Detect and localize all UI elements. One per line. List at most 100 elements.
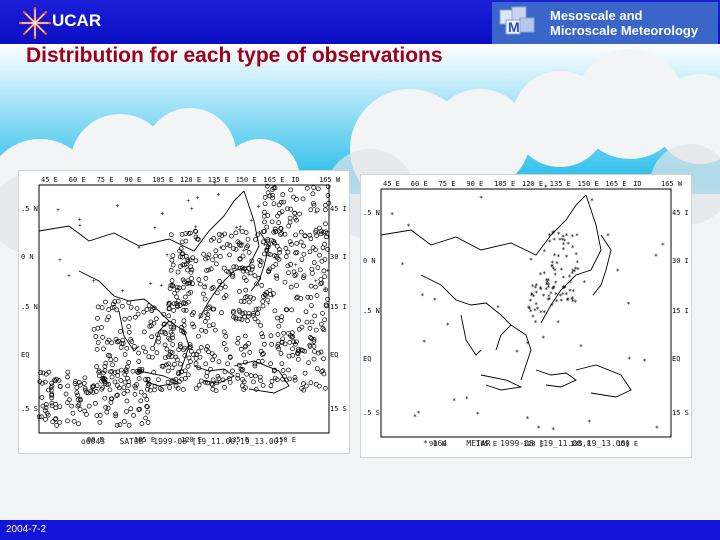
metar-observation-marker: * [465, 395, 469, 403]
satob-plus-marker: + [238, 227, 242, 234]
satob-plus-marker: + [67, 272, 71, 279]
metar-observation-marker: * [541, 334, 545, 342]
metar-observation-marker: * [550, 302, 554, 310]
top-tick-label: 45 E [41, 176, 58, 184]
ucar-logo: UCAR [4, 2, 104, 42]
map-frame [380, 188, 672, 438]
metar-observation-marker: * [566, 296, 570, 304]
satob-plus-marker: + [271, 293, 275, 300]
top-tick-label: 120 E [180, 176, 201, 184]
top-tick-label: ID [291, 176, 299, 184]
satob-plus-marker: + [159, 282, 163, 289]
right-tick-label: EQ [672, 355, 680, 363]
metar-observation-marker: * [446, 322, 450, 330]
metar-observation-marker: * [525, 415, 529, 423]
metar-observation-marker: * [530, 292, 534, 300]
metar-observation-marker: * [655, 425, 659, 433]
slide-title: Distribution for each type of observatio… [26, 44, 443, 67]
top-tick-label: 90 E [466, 180, 483, 188]
top-tick-label: 165 E [605, 180, 626, 188]
top-tick-label: 150 E [236, 176, 257, 184]
top-tick-label: 60 E [411, 180, 428, 188]
metar-observation-marker: * [661, 242, 665, 250]
metar-observation-marker: * [552, 252, 556, 260]
metar-observation-marker: * [568, 279, 572, 287]
metar-observation-marker: * [562, 285, 566, 293]
satob-plus-marker: + [194, 224, 198, 231]
metar-observation-marker: * [529, 257, 533, 265]
satob-plus-marker: + [314, 278, 318, 285]
left-tick-label: 0 N [363, 257, 376, 265]
metar-observation-marker: * [565, 253, 569, 261]
right-tick-label: 15 S [330, 405, 347, 413]
satob-plus-marker: + [324, 287, 328, 294]
metar-observation-marker: * [571, 244, 575, 252]
top-tick-label: 75 E [439, 180, 456, 188]
top-tick-label: 120 E [522, 180, 543, 188]
satob-map-figure: +++++++++++++++++++++++++++++ +++++++++++… [21, 176, 347, 444]
right-tick-label: 15 I [672, 307, 689, 315]
metar-observation-marker: * [551, 426, 555, 434]
mmm-logo: M Mesoscale and Microscale Meteorology [492, 2, 718, 44]
satob-plus-marker: + [165, 252, 169, 259]
satob-plus-marker: + [78, 222, 82, 229]
metar-observation-marker: * [555, 260, 559, 268]
metar-observation-marker: * [552, 237, 556, 245]
mmm-logo-line1: Mesoscale and [550, 8, 643, 23]
metar-observation-marker: * [420, 292, 424, 300]
right-tick-label: EQ [330, 351, 338, 359]
left-tick-label: EQ [363, 355, 371, 363]
top-tick-label: 150 E [578, 180, 599, 188]
satob-plus-marker: + [153, 225, 157, 232]
metar-observation-marker: * [537, 424, 541, 432]
metar-observation-marker: * [533, 319, 537, 327]
top-tick-label: 165 W [661, 180, 683, 188]
metar-observation-marker: * [515, 349, 519, 357]
metar-observation-marker: * [533, 285, 537, 293]
top-tick-label: 45 E [383, 180, 400, 188]
mmm-logo-line2: Microscale Meteorology [550, 23, 699, 38]
satob-plus-marker: + [203, 283, 207, 290]
metar-observation-marker: * [542, 270, 546, 278]
metar-observation-marker: * [606, 232, 610, 240]
satob-plus-marker: + [92, 278, 96, 285]
satob-plus-marker: + [257, 203, 261, 210]
right-tick-label: 45 I [330, 205, 347, 213]
metar-observation-marker: * [575, 232, 579, 240]
top-tick-label: ID [633, 180, 641, 188]
satob-plus-marker: + [121, 288, 125, 295]
metar-observation-marker: * [406, 222, 410, 230]
right-tick-label: 30 I [672, 257, 689, 265]
top-tick-label: 165 E [263, 176, 284, 184]
metar-observation-marker: * [642, 358, 646, 366]
metar-observation-marker: * [544, 286, 548, 294]
metar-map-panel: * * * * * * * * * * * * * * * * * * * * * * * * * * * * * * * * * * * * * * * *… [360, 174, 692, 458]
metar-observation-marker: * [590, 197, 594, 205]
satob-plus-marker: + [186, 198, 190, 205]
metar-observation-marker: * [565, 232, 569, 240]
metar-observation-marker: * [654, 252, 658, 260]
metar-observation-marker: * [570, 233, 574, 241]
left-tick-label: .5 S [363, 409, 380, 417]
metar-observation-marker: * [496, 304, 500, 312]
metar-observation-marker: * [433, 296, 437, 304]
satob-plus-marker: + [196, 195, 200, 202]
satob-plus-marker: + [216, 192, 220, 199]
footer-bar: 2004-7-2 [0, 520, 720, 540]
right-tick-label: 45 I [672, 209, 689, 217]
top-tick-label: 165 W [319, 176, 341, 184]
right-tick-label: 30 I [330, 253, 347, 261]
metar-observation-marker: * [559, 266, 563, 274]
metar-observation-marker: * [556, 319, 560, 327]
metar-observation-marker: * [582, 279, 586, 287]
satob-plus-marker: + [58, 257, 62, 264]
top-tick-label: 60 E [69, 176, 86, 184]
left-tick-label: .5 N [363, 209, 380, 217]
metar-observation-marker: * [390, 211, 394, 219]
satob-plus-marker: + [241, 240, 245, 247]
satob-plus-marker: + [137, 244, 141, 251]
metar-observation-marker: * [568, 288, 572, 296]
svg-text:M: M [508, 19, 520, 35]
ucar-star-icon [18, 6, 52, 40]
metar-map-caption: * 164 METAR 1999-08 [19_11.00,19_13.00] [423, 439, 631, 448]
